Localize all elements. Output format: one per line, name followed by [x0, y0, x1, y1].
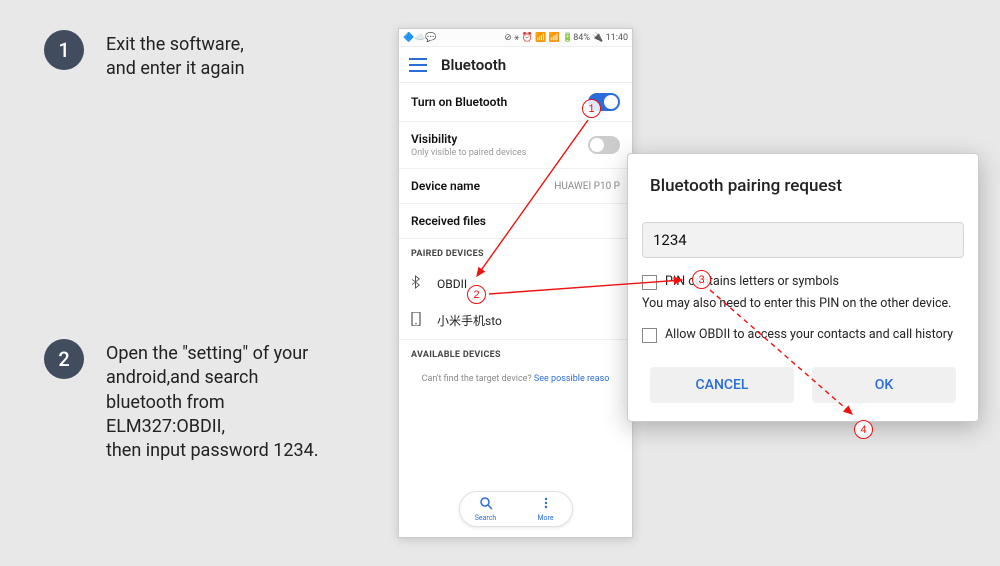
helper-text: Can't find the target device? See possib… [399, 366, 632, 392]
checkbox-allow-access[interactable]: Allow OBDII to access your contacts and … [628, 325, 978, 357]
search-button[interactable]: Search [468, 496, 504, 522]
bottom-toolbar: Search More [459, 491, 573, 527]
received-label: Received files [411, 214, 620, 228]
checkbox-icon[interactable] [642, 275, 657, 290]
annotation-3: 3 [692, 270, 711, 289]
menu-icon[interactable] [409, 58, 427, 72]
ok-button[interactable]: OK [812, 367, 956, 403]
row-visibility[interactable]: Visibility Only visible to paired device… [399, 122, 632, 169]
row-device-name[interactable]: Device name HUAWEI P10 P [399, 169, 632, 204]
checkbox-icon[interactable] [642, 328, 657, 343]
cancel-button[interactable]: CANCEL [650, 367, 794, 403]
dialog-title: Bluetooth pairing request [628, 154, 978, 222]
status-left: 🔷☁️💬 [403, 33, 504, 43]
section-paired: PAIRED DEVICES [399, 239, 632, 265]
helper-link[interactable]: See possible reaso [534, 374, 609, 384]
step-text-2: Open the "setting" of yourandroid,and se… [106, 342, 366, 463]
phone-icon [411, 312, 427, 329]
more-icon [539, 496, 553, 514]
bt-toggle-label: Turn on Bluetooth [411, 95, 588, 109]
dialog-note: You may also need to enter this PIN on t… [628, 294, 978, 325]
visibility-sublabel: Only visible to paired devices [411, 148, 588, 158]
step-badge-2: 2 [44, 339, 84, 379]
row-received-files[interactable]: Received files [399, 204, 632, 239]
device-name-label: Device name [411, 179, 554, 193]
step-text-1: Exit the software,and enter it again [106, 33, 245, 82]
more-button[interactable]: More [528, 496, 564, 522]
device-name: 小米手机sto [437, 312, 502, 329]
annotation-2: 2 [467, 285, 486, 304]
page-title: Bluetooth [441, 56, 506, 74]
visibility-toggle[interactable] [588, 136, 620, 154]
annotation-4: 4 [854, 420, 873, 439]
pin-input[interactable]: 1234 [642, 222, 964, 258]
status-right: ⊘ ⚹ ⏰ 📶 📶 🔋84% 🔌 11:40 [504, 33, 628, 43]
app-bar: Bluetooth [399, 47, 632, 83]
device-obdii[interactable]: OBDII [399, 265, 632, 302]
bluetooth-icon [411, 275, 427, 292]
device-xiaomi[interactable]: 小米手机sto [399, 302, 632, 339]
pairing-dialog: Bluetooth pairing request 1234 PIN conta… [627, 153, 979, 422]
device-name-value: HUAWEI P10 P [554, 181, 620, 192]
status-bar: 🔷☁️💬 ⊘ ⚹ ⏰ 📶 📶 🔋84% 🔌 11:40 [399, 29, 632, 47]
search-icon [479, 496, 493, 514]
checkbox-pin-letters[interactable]: PIN contains letters or symbols [628, 272, 978, 294]
visibility-label: Visibility [411, 132, 588, 146]
device-name: OBDII [437, 277, 467, 291]
step-badge-1: 1 [44, 30, 84, 70]
section-available: AVAILABLE DEVICES [399, 339, 632, 366]
annotation-1: 1 [582, 99, 601, 118]
